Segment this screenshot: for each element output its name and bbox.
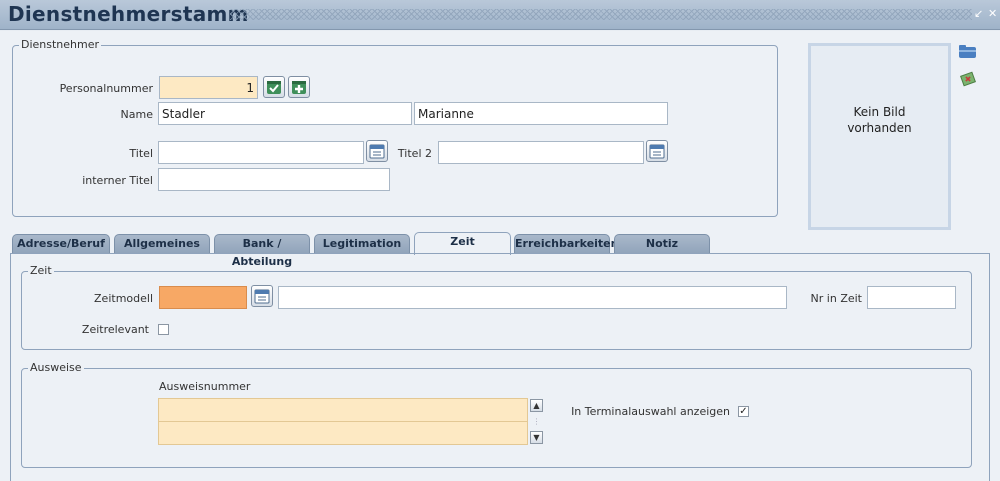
main-area: Dienstnehmer Personalnummer 1 Name Stadl… bbox=[0, 31, 1000, 481]
folder-icon[interactable] bbox=[959, 45, 976, 62]
terminal-label: In Terminalauswahl anzeigen bbox=[571, 405, 730, 418]
zeitrelevant-label: Zeitrelevant bbox=[81, 323, 149, 336]
no-photo-text-line2: vorhanden bbox=[847, 121, 912, 135]
vorname-field[interactable]: Marianne bbox=[414, 102, 668, 125]
scroll-down-button[interactable]: ▼ bbox=[530, 431, 543, 444]
titlebar-pattern bbox=[230, 9, 972, 20]
ausweis-row[interactable] bbox=[158, 421, 528, 445]
titel-label: Titel bbox=[129, 147, 153, 160]
scroll-thumb[interactable]: ⋮ bbox=[530, 416, 543, 429]
no-photo-text-line1: Kein Bild bbox=[853, 105, 906, 119]
close-icon[interactable]: ✕ bbox=[988, 7, 997, 20]
tab-adresse-beruf[interactable]: Adresse/Beruf bbox=[12, 234, 110, 254]
titel-lookup-button[interactable] bbox=[366, 140, 388, 162]
calendar-list-icon bbox=[369, 144, 385, 159]
delete-photo-icon[interactable] bbox=[960, 71, 976, 90]
tab-notiz[interactable]: Notiz bbox=[614, 234, 710, 254]
titel2-field[interactable] bbox=[438, 141, 644, 164]
tab-zeit[interactable]: Zeit bbox=[414, 232, 511, 255]
calendar-list-icon bbox=[254, 289, 270, 304]
interner-titel-field[interactable] bbox=[158, 168, 390, 191]
tab-bar: Adresse/Beruf Allgemeines Bank / Abteilu… bbox=[12, 232, 992, 268]
ausweise-legend: Ausweise bbox=[28, 361, 84, 374]
confirm-button[interactable] bbox=[263, 76, 285, 98]
terminal-checkbox[interactable]: ✓ bbox=[738, 406, 749, 417]
tab-allgemeines[interactable]: Allgemeines bbox=[114, 234, 210, 254]
personalnummer-field[interactable]: 1 bbox=[159, 76, 258, 99]
dienstnehmer-legend: Dienstnehmer bbox=[19, 38, 102, 51]
dienstnehmer-group: Dienstnehmer bbox=[12, 38, 778, 217]
titel-field[interactable] bbox=[158, 141, 364, 164]
zeitrelevant-checkbox[interactable] bbox=[158, 324, 169, 335]
zeit-legend: Zeit bbox=[28, 264, 54, 277]
calendar-list-icon bbox=[649, 144, 665, 159]
tab-erreichbarkeiten[interactable]: Erreichbarkeiten bbox=[514, 234, 618, 254]
zeitmodell-lookup-button[interactable] bbox=[251, 285, 273, 307]
personalnummer-label: Personalnummer bbox=[59, 82, 153, 95]
photo-placeholder[interactable]: Kein Bild vorhanden bbox=[808, 43, 951, 230]
titel2-label: Titel 2 bbox=[397, 147, 432, 160]
titel2-lookup-button[interactable] bbox=[646, 140, 668, 162]
zeitmodell-label: Zeitmodell bbox=[94, 292, 153, 305]
interner-titel-label: interner Titel bbox=[82, 174, 153, 187]
window-titlebar: Dienstnehmerstamm ↙ ✕ bbox=[0, 0, 1000, 30]
check-icon bbox=[267, 81, 281, 94]
zeitmodell-field[interactable] bbox=[159, 286, 247, 309]
ausweis-row[interactable] bbox=[158, 398, 528, 422]
window-title: Dienstnehmerstamm bbox=[8, 2, 249, 26]
tab-legitimation[interactable]: Legitimation bbox=[314, 234, 410, 254]
zeitmodell-description-field[interactable] bbox=[278, 286, 787, 309]
ausweisnummer-column-header: Ausweisnummer bbox=[159, 380, 251, 393]
minimize-icon[interactable]: ↙ bbox=[974, 7, 983, 20]
zeit-group: Zeit bbox=[21, 264, 972, 350]
nachname-field[interactable]: Stadler bbox=[158, 102, 412, 125]
tab-bank-abteilung[interactable]: Bank / Abteilung bbox=[214, 234, 310, 268]
name-label: Name bbox=[120, 108, 153, 121]
add-button[interactable] bbox=[288, 76, 310, 98]
nr-in-zeit-label: Nr in Zeit bbox=[810, 292, 862, 305]
scroll-up-button[interactable]: ▲ bbox=[530, 399, 543, 412]
nr-in-zeit-field[interactable] bbox=[867, 286, 956, 309]
plus-icon bbox=[292, 81, 306, 94]
